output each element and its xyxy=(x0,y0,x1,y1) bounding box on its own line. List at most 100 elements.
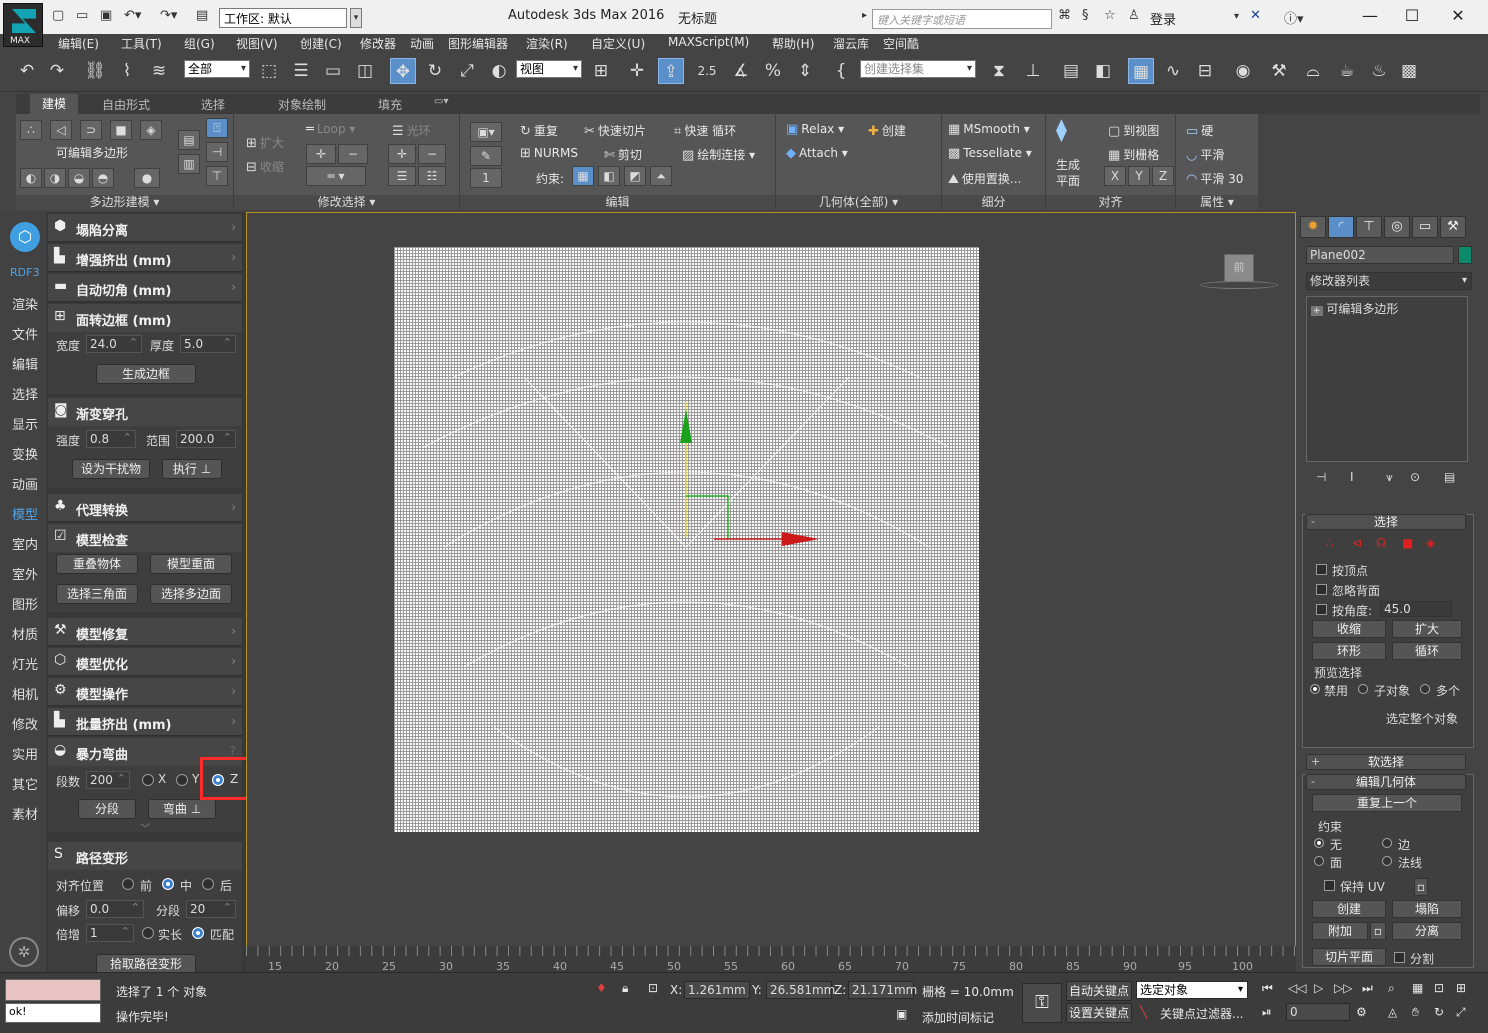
manipulate-icon[interactable]: ✛ xyxy=(624,58,650,84)
cut-button[interactable]: ✄ 剪切 xyxy=(604,146,642,163)
ribbon-tool-icon[interactable]: ◓ xyxy=(92,168,114,188)
select-object-icon[interactable]: ⬚ xyxy=(256,58,282,84)
edge-icon[interactable]: ⊲ xyxy=(1352,536,1362,550)
login-link[interactable]: 登录 xyxy=(1150,9,1176,28)
menu-views[interactable]: 视图(V) xyxy=(236,35,278,52)
pin-stack-icon[interactable]: ⊣ xyxy=(1316,470,1326,484)
rdf-logo-icon[interactable]: ⬡ xyxy=(10,222,40,252)
keyboard-shortcut-override-icon[interactable]: ⇪ xyxy=(658,58,684,84)
configure-sets-icon[interactable]: ▤ xyxy=(1444,470,1455,484)
preview-off-radio[interactable] xyxy=(1310,684,1320,694)
stack-icon[interactable]: ▤ xyxy=(178,130,200,150)
grow-button[interactable]: ⊞ 扩大 xyxy=(246,134,284,151)
curve-editor-icon[interactable]: ∿ xyxy=(1160,58,1186,84)
modify-selection-footer[interactable]: 修改选择 ▾ xyxy=(234,195,459,210)
next-frame-icon[interactable]: ▷▷ xyxy=(1334,981,1352,995)
grow-loop-icon[interactable]: ✛ xyxy=(306,144,336,164)
smooth-button[interactable]: ◡ 平滑 xyxy=(1186,146,1224,163)
set-key-button[interactable]: 设置关键点 xyxy=(1066,1003,1132,1023)
modifier-list-select[interactable]: 修改器列表 ▾ xyxy=(1306,272,1472,290)
attach-list-icon[interactable]: ▫ xyxy=(1370,922,1386,940)
select-rotate-icon[interactable]: ↻ xyxy=(422,58,448,84)
tab-animation[interactable]: 动画 xyxy=(12,474,38,493)
edge-icon[interactable]: ◁ xyxy=(50,120,72,140)
menu-group[interactable]: 组(G) xyxy=(184,35,215,52)
align-x-button[interactable]: X xyxy=(1104,166,1126,186)
zoom-extents-icon[interactable]: ⊡ xyxy=(1434,981,1444,995)
make-planar-label-1[interactable]: 生成 xyxy=(1056,156,1080,173)
properties-footer[interactable]: 属性 ▾ xyxy=(1176,195,1258,210)
workspace-select[interactable]: 工作区: 默认 xyxy=(219,8,347,28)
zoom-extents-all-icon[interactable]: ⊞ xyxy=(1456,981,1466,995)
tab-model[interactable]: 模型 xyxy=(12,504,38,523)
tab-lights[interactable]: 灯光 xyxy=(12,654,38,673)
stack-item[interactable]: + 可编辑多边形 xyxy=(1311,300,1398,317)
subscription-icon[interactable]: § xyxy=(1082,8,1089,23)
align-icon[interactable]: ⊥ xyxy=(1020,58,1046,84)
gizmo-plane[interactable] xyxy=(686,495,729,539)
field-of-view-icon[interactable]: ◬ xyxy=(1388,1005,1397,1019)
scene-explorer-icon[interactable]: ▤ xyxy=(1058,58,1084,84)
loop-mode-icon[interactable]: ═ ▾ xyxy=(306,166,366,186)
segments-spinner[interactable]: 200 xyxy=(86,771,130,789)
object-color-swatch[interactable] xyxy=(1458,246,1472,264)
attach-button[interactable]: 附加 xyxy=(1312,922,1368,940)
angle-spinner[interactable]: 45.0 xyxy=(1380,601,1452,617)
tab-display[interactable]: 显示 xyxy=(12,414,38,433)
remove-modifier-icon[interactable]: ⊙ xyxy=(1410,470,1420,484)
motion-tab-icon[interactable]: ◎ xyxy=(1384,216,1410,238)
align-back-radio[interactable] xyxy=(202,878,214,890)
quickslice-button[interactable]: ✂ 快速切片 xyxy=(584,122,646,139)
menu-create[interactable]: 创建(C) xyxy=(300,35,342,52)
constraint-edge-icon[interactable]: ◧ xyxy=(598,166,620,186)
menu-help[interactable]: 帮助(H) xyxy=(772,35,814,52)
path-segments-spinner[interactable]: 20 xyxy=(186,900,236,918)
pick-path-button[interactable]: 拾取路径变形 xyxy=(96,954,196,972)
ring-button[interactable]: 环形 xyxy=(1312,642,1386,660)
menu-graph-editors[interactable]: 图形编辑器 xyxy=(448,35,508,52)
maxscript-output[interactable]: ok! xyxy=(5,1003,101,1023)
time-tag-icon[interactable]: ▣ xyxy=(896,1007,907,1021)
rollout-enhance-extrude[interactable]: ▙ 增强挤出 (mm) › xyxy=(48,244,242,272)
constraint-none-icon[interactable]: ▦ xyxy=(572,166,594,186)
grow-ring-icon[interactable]: ✛ xyxy=(388,144,416,164)
execute-button[interactable]: 执行 ⊥ xyxy=(162,459,222,479)
select-move-icon[interactable]: ✥ xyxy=(390,58,416,84)
edit-geometry-rollout-title[interactable]: - 编辑几何体 xyxy=(1306,774,1466,790)
unlink-icon[interactable]: ⌇ xyxy=(114,58,140,84)
quickloop-button[interactable]: ⌗ 快速 循环 xyxy=(674,122,736,139)
selected-object-select[interactable]: 选定对象 ▾ xyxy=(1136,981,1248,999)
help-icon[interactable]: ⓘ▾ xyxy=(1284,8,1304,27)
preserve-uv-checkbox[interactable] xyxy=(1324,880,1335,891)
maxscript-listener[interactable] xyxy=(5,979,101,1001)
constraint-normal-icon[interactable]: ⏶ xyxy=(650,166,672,186)
element-icon[interactable]: ◈ xyxy=(140,120,162,140)
named-selection-select[interactable]: 创建选择集 xyxy=(860,60,976,78)
to-view-button[interactable]: ▢ 到视图 xyxy=(1108,122,1159,139)
isolate-icon[interactable]: ♦ xyxy=(596,981,607,995)
menu-edit[interactable]: 编辑(E) xyxy=(58,35,99,52)
app-logo[interactable]: MAX xyxy=(3,3,43,47)
rollout-model-check[interactable]: ☑ 模型检查 xyxy=(48,524,242,552)
select-triangles-button[interactable]: 选择三角面 xyxy=(56,584,138,604)
rect-selection-icon[interactable]: ▭ xyxy=(320,58,346,84)
project-folder-icon[interactable]: ▤ xyxy=(196,8,208,23)
select-ngons-button[interactable]: 选择多边面 xyxy=(150,584,232,604)
tab-modeling[interactable]: 建模 xyxy=(30,94,79,114)
align-middle-radio[interactable] xyxy=(162,878,174,890)
tab-interior[interactable]: 室内 xyxy=(12,534,38,553)
menu-rendering[interactable]: 渲染(R) xyxy=(526,35,568,52)
lock-icon[interactable]: 🔒︎ xyxy=(622,981,628,996)
polygon-icon[interactable]: ■ xyxy=(110,120,132,140)
attach-button[interactable]: ◆ Attach ▾ xyxy=(786,146,848,161)
render-activeshade-icon[interactable]: ▩ xyxy=(1396,58,1422,84)
tab-shapes[interactable]: 图形 xyxy=(12,594,38,613)
tab-object-paint[interactable]: 对象绘制 xyxy=(278,96,326,113)
rollout-model-optimize[interactable]: ⬡ 模型优化 › xyxy=(48,648,242,676)
make-planar-icon[interactable]: ⧫ xyxy=(1056,118,1067,143)
mirror-icon[interactable]: ⧗ xyxy=(986,58,1012,84)
link-icon[interactable]: ⛓ xyxy=(82,58,108,84)
collapse-button[interactable]: 塌陷 xyxy=(1392,900,1462,918)
strength-spinner[interactable]: 0.8 xyxy=(86,430,136,448)
pin-icon[interactable]: ⊣ xyxy=(206,142,228,162)
